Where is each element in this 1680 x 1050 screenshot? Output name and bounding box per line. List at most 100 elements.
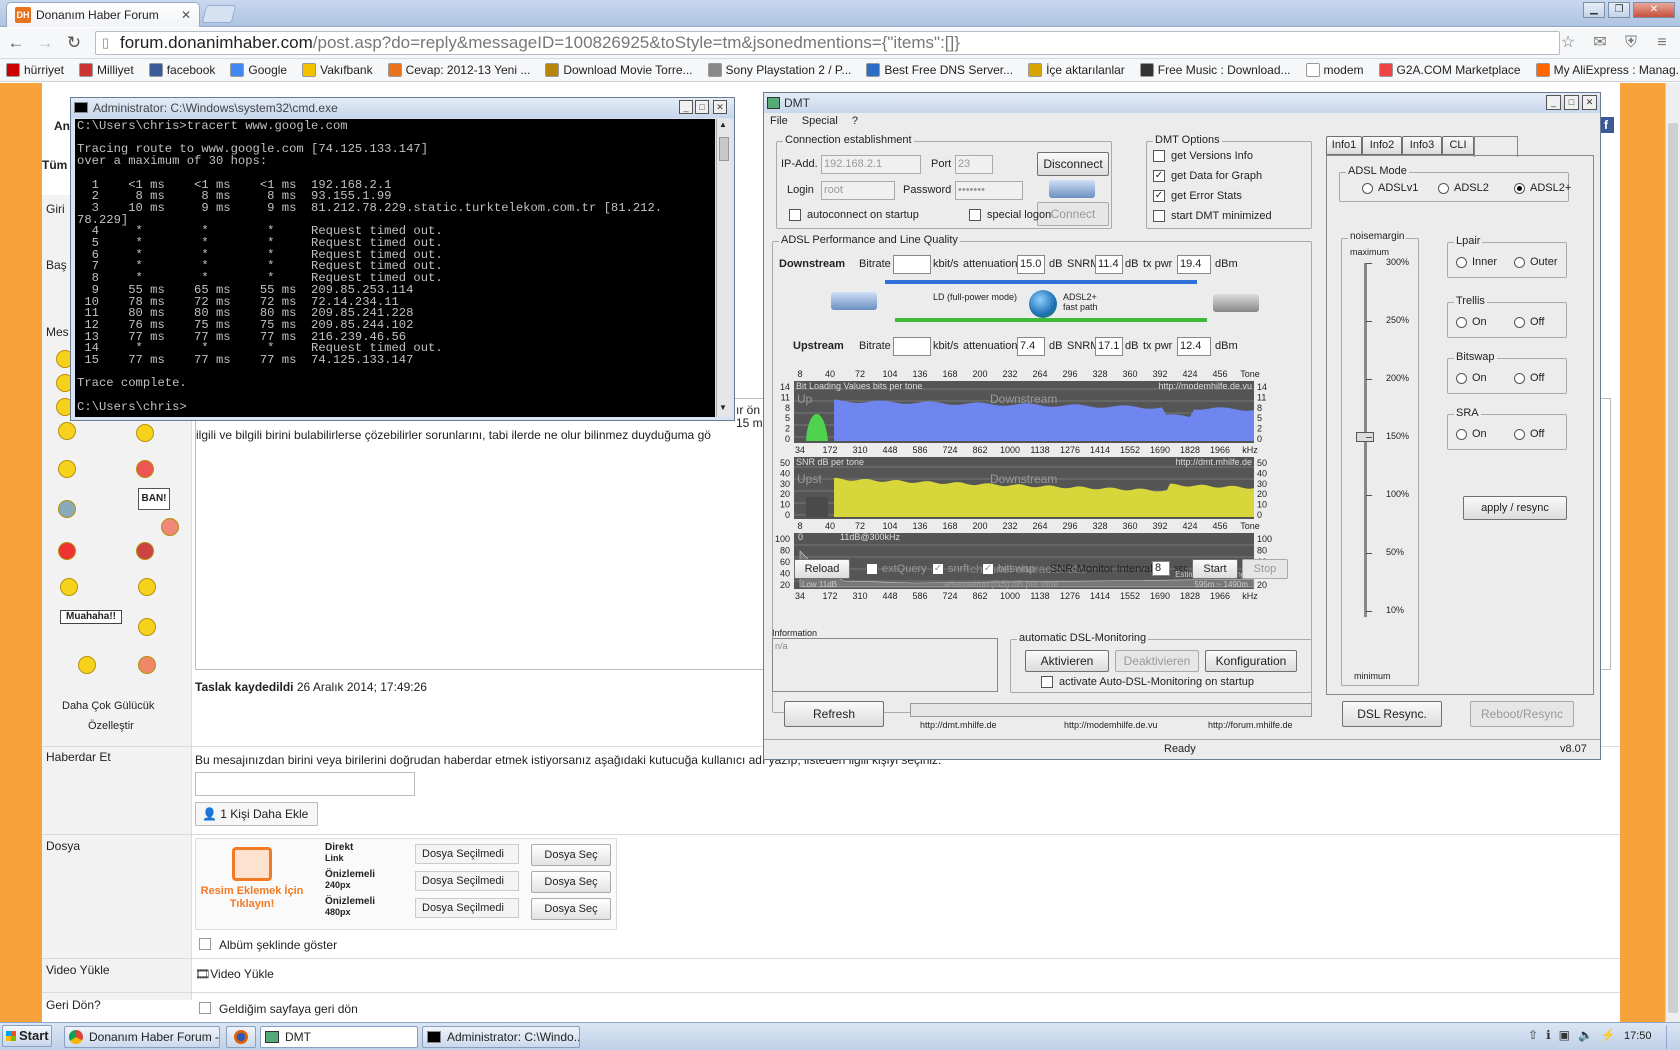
- album-checkbox[interactable]: [199, 938, 211, 950]
- maximize-icon[interactable]: □: [1564, 95, 1579, 110]
- menu-icon[interactable]: ≡: [1652, 33, 1672, 53]
- bookmark-item[interactable]: Vakıfbank: [302, 63, 373, 77]
- page-scrollbar[interactable]: [1665, 83, 1680, 1022]
- show-desktop-button[interactable]: [1666, 1025, 1678, 1049]
- minimize-icon[interactable]: _: [1546, 95, 1561, 110]
- tray-arrow-icon[interactable]: ⇧: [1528, 1028, 1538, 1042]
- link-modemhilfe[interactable]: http://modemhilfe.de.vu: [1064, 720, 1158, 730]
- login-input[interactable]: root: [821, 181, 895, 200]
- maximize-icon[interactable]: □: [695, 100, 709, 114]
- bookmark-item[interactable]: modem: [1305, 63, 1364, 77]
- versions-info-checkbox[interactable]: [1153, 150, 1165, 162]
- mention-input[interactable]: [195, 772, 415, 796]
- dsl-resync-button[interactable]: DSL Resync.: [1342, 701, 1442, 727]
- start-button[interactable]: Start: [1192, 559, 1238, 579]
- minimize-icon[interactable]: ▁: [1583, 2, 1605, 18]
- scroll-up-icon[interactable]: ▲: [719, 120, 727, 129]
- adslv1-radio[interactable]: [1362, 183, 1373, 194]
- smiley-icon[interactable]: [60, 578, 78, 596]
- close-icon[interactable]: ✕: [1582, 95, 1597, 110]
- customize-link[interactable]: Özelleştir: [88, 720, 134, 732]
- cmd-output[interactable]: C:\Users\chris>tracert www.google.com Tr…: [75, 119, 715, 417]
- special-logon-checkbox[interactable]: [969, 209, 981, 221]
- aktivieren-button[interactable]: Aktivieren: [1025, 650, 1109, 672]
- outer-radio[interactable]: [1514, 257, 1525, 268]
- us-bitrate-input[interactable]: [893, 337, 931, 356]
- choose-file-button[interactable]: Dosya Seç: [531, 898, 611, 920]
- taskbar-dmt[interactable]: DMT: [260, 1026, 418, 1048]
- bookmark-item[interactable]: My AliExpress : Manag...: [1535, 63, 1680, 77]
- close-icon[interactable]: ✕: [713, 100, 727, 114]
- bookmark-item[interactable]: Free Music : Download...: [1139, 63, 1291, 77]
- cmd-titlebar[interactable]: Administrator: C:\Windows\system32\cmd.e…: [71, 98, 734, 118]
- smiley-icon[interactable]: [78, 656, 96, 674]
- forward-icon[interactable]: →: [33, 32, 57, 54]
- choose-file-button[interactable]: Dosya Seç: [531, 871, 611, 893]
- us-attenuation-value[interactable]: 7.4: [1017, 337, 1045, 356]
- tab-info3[interactable]: Info3: [1402, 136, 1442, 155]
- star-icon[interactable]: ☆: [1558, 33, 1578, 53]
- ip-input[interactable]: 192.168.2.1: [821, 155, 921, 174]
- add-image-button[interactable]: Resim Eklemek İçin Tıklayın!: [200, 847, 304, 923]
- extension-icon[interactable]: ✉: [1590, 33, 1610, 53]
- auto-monitoring-startup-checkbox[interactable]: [1041, 676, 1053, 688]
- scroll-down-icon[interactable]: ▼: [719, 403, 727, 412]
- error-stats-checkbox[interactable]: ✓: [1153, 190, 1165, 202]
- scrollbar-thumb[interactable]: [1668, 123, 1678, 1013]
- snr-interval-input[interactable]: 8: [1152, 561, 1170, 576]
- ds-attenuation-value[interactable]: 15.0: [1017, 255, 1045, 274]
- shield-icon[interactable]: ⛨: [1621, 33, 1641, 53]
- close-window-icon[interactable]: ✕: [1633, 2, 1675, 18]
- smiley-icon[interactable]: [161, 518, 179, 536]
- power-icon[interactable]: ⚡: [1601, 1028, 1616, 1042]
- adsl2-radio[interactable]: [1438, 183, 1449, 194]
- bookmark-item[interactable]: Best Free DNS Server...: [866, 63, 1013, 77]
- data-graph-checkbox[interactable]: ✓: [1153, 170, 1165, 182]
- off-radio[interactable]: [1514, 429, 1525, 440]
- tab-info2[interactable]: Info2: [1362, 136, 1402, 155]
- smiley-icon[interactable]: [136, 460, 154, 478]
- menu-special[interactable]: Special: [802, 115, 838, 127]
- reboot-resync-button[interactable]: Reboot/Resync: [1470, 701, 1574, 727]
- cmd-scroll-thumb[interactable]: [719, 137, 729, 161]
- on-radio[interactable]: [1456, 429, 1467, 440]
- taskbar-cmd[interactable]: Administrator: C:\Windo...: [422, 1026, 580, 1048]
- choose-file-button[interactable]: Dosya Seç: [531, 844, 611, 866]
- ds-txpwr-value[interactable]: 19.4: [1177, 255, 1211, 274]
- refresh-button[interactable]: Refresh: [784, 701, 884, 727]
- smiley-icon[interactable]: [138, 618, 156, 636]
- inner-radio[interactable]: [1456, 257, 1467, 268]
- new-tab-button[interactable]: [201, 5, 237, 23]
- start-minimized-checkbox[interactable]: [1153, 210, 1165, 222]
- bookmark-item[interactable]: İçe aktarılanlar: [1028, 63, 1125, 77]
- off-radio[interactable]: [1514, 373, 1525, 384]
- go-back-checkbox[interactable]: [199, 1002, 211, 1014]
- bookmark-item[interactable]: Cevap: 2012-13 Yeni ...: [387, 63, 530, 77]
- bookmark-item[interactable]: G2A.COM Marketplace: [1378, 63, 1521, 77]
- smiley-icon[interactable]: [58, 422, 76, 440]
- muahaha-emoticon[interactable]: Muahaha!!: [60, 610, 122, 624]
- tab-adsl-active[interactable]: [1474, 136, 1518, 157]
- volume-icon[interactable]: 🔈: [1578, 1028, 1593, 1042]
- info-icon[interactable]: ℹ: [1546, 1028, 1551, 1042]
- minimize-icon[interactable]: _: [679, 100, 693, 114]
- smiley-icon[interactable]: [136, 424, 154, 442]
- more-emoticons-link[interactable]: Daha Çok Gülücük: [62, 700, 154, 712]
- ds-bitrate-input[interactable]: [893, 255, 931, 274]
- taskbar-chrome[interactable]: Donanım Haber Forum - ...: [64, 1026, 220, 1048]
- dmt-window[interactable]: DMT _ □ ✕ File Special ? Connection esta…: [763, 92, 1601, 760]
- on-radio[interactable]: [1456, 317, 1467, 328]
- smiley-icon[interactable]: [138, 578, 156, 596]
- video-upload-link[interactable]: 🎞Video Yükle: [195, 967, 274, 981]
- port-input[interactable]: 23: [955, 155, 993, 174]
- taskbar-firefox[interactable]: [226, 1026, 256, 1048]
- smiley-icon[interactable]: [58, 500, 76, 518]
- reload-icon[interactable]: ↻: [62, 32, 86, 54]
- maximize-icon[interactable]: ❐: [1608, 2, 1630, 18]
- close-tab-icon[interactable]: ✕: [181, 8, 191, 22]
- password-input[interactable]: •••••••: [955, 181, 1023, 200]
- bitswap-checkbox[interactable]: ✓: [982, 563, 994, 575]
- dmt-titlebar[interactable]: DMT _ □ ✕: [764, 93, 1600, 113]
- tab-info1[interactable]: Info1: [1326, 136, 1362, 155]
- bookmark-item[interactable]: Download Movie Torre...: [545, 63, 693, 77]
